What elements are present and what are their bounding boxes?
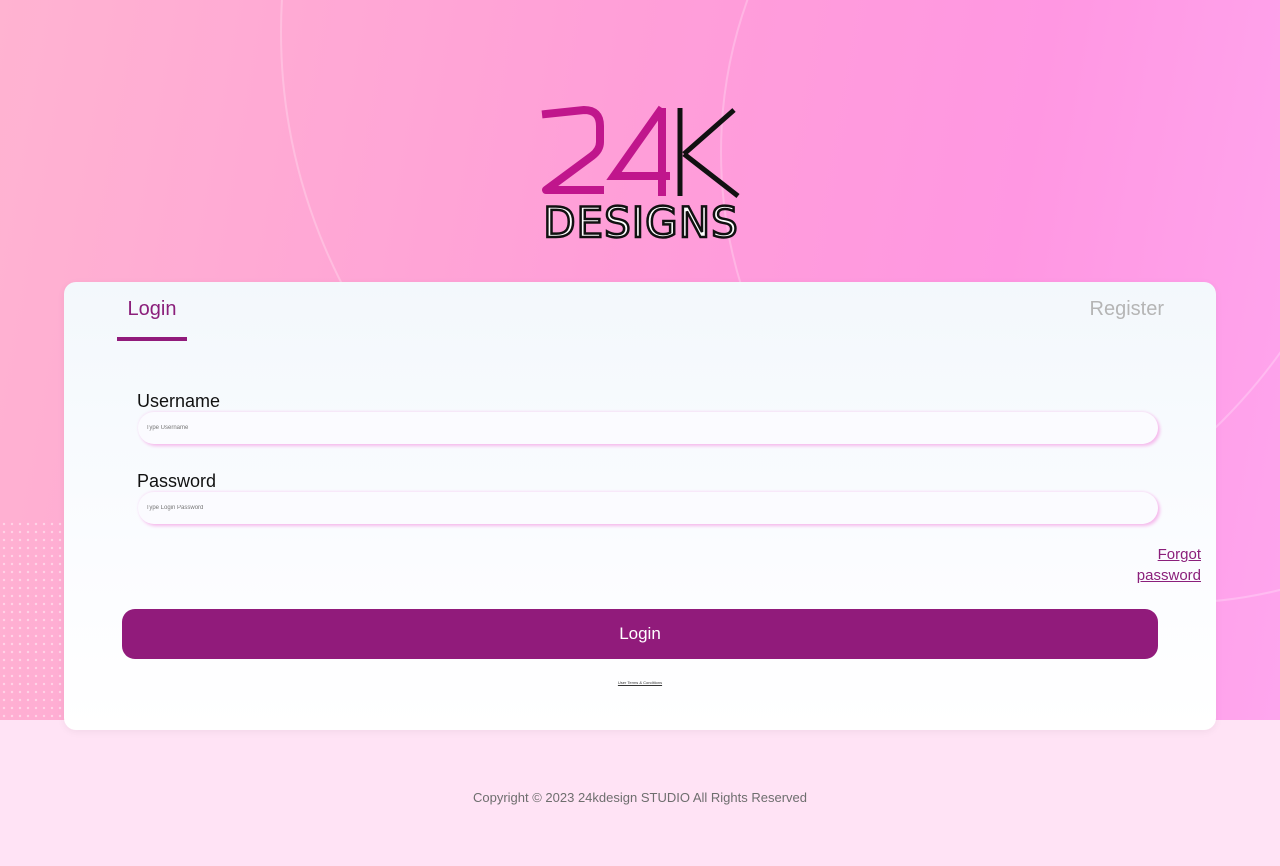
logo-letter-k [677,108,740,198]
username-input[interactable] [138,412,1158,444]
terms-container: User Terms & Conditions [64,680,1216,685]
login-button[interactable]: Login [122,609,1158,659]
username-label: Username [137,391,221,411]
tab-register[interactable]: Register [1090,298,1164,321]
password-input[interactable] [138,492,1158,524]
active-tab-indicator [117,337,187,341]
logo-digit-two [541,106,604,194]
tab-login[interactable]: Login [117,298,187,321]
login-card: Login Register Username Password Forgot … [64,282,1216,730]
background-dots [0,520,70,720]
logo-digit-four [606,105,670,196]
forgot-password-link[interactable]: Forgot password [1121,544,1201,586]
login-page: DESIGNS Login Register Username Password… [0,0,1280,866]
forgot-password-line2: password [1136,567,1201,584]
forgot-password-line1: Forgot [1157,546,1201,563]
terms-link[interactable]: User Terms & Conditions [618,680,662,685]
footer-copyright: Copyright © 2023 24kdesign STUDIO All Ri… [472,790,807,805]
logo-wordmark: DESIGNS [543,198,739,242]
password-label: Password [137,471,217,491]
brand-logo: DESIGNS [541,105,740,242]
